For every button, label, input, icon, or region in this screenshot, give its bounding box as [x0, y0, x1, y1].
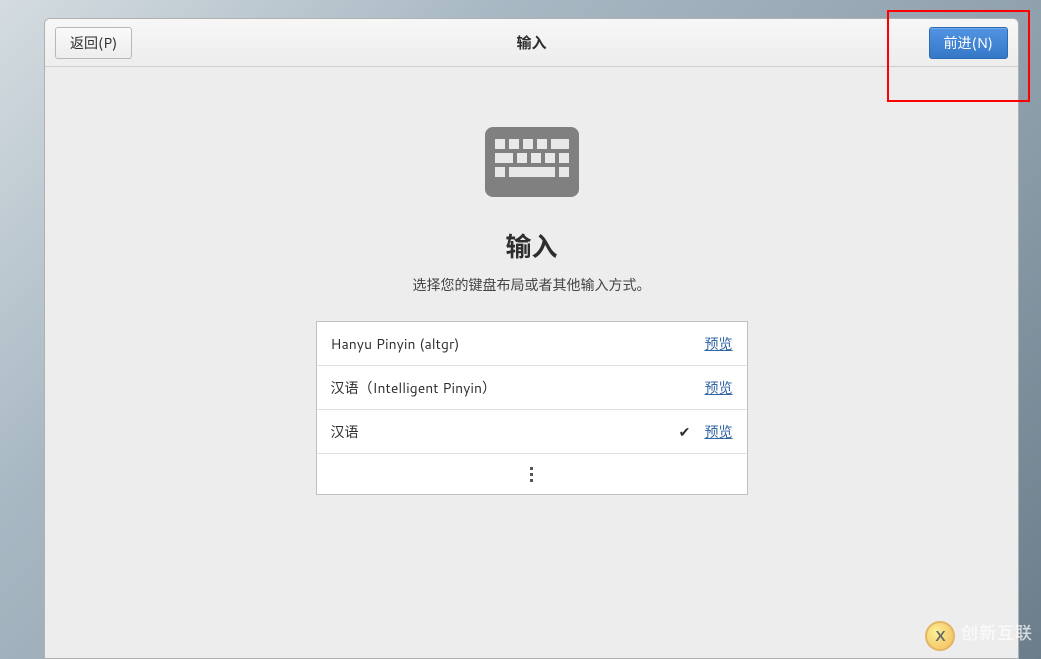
- preview-link[interactable]: 预览: [705, 422, 733, 442]
- list-item-label: Hanyu Pinyin (altgr): [331, 334, 675, 354]
- vertical-dots-icon: [530, 467, 533, 482]
- next-button-label: 前进(N): [944, 33, 994, 53]
- content-area: 输入 选择您的键盘布局或者其他输入方式。 Hanyu Pinyin (altgr…: [45, 67, 1018, 658]
- watermark: X 创新互联 CDCXHL.COM: [925, 619, 1033, 653]
- setup-window: 返回(P) 输入 前进(N): [44, 18, 1019, 659]
- next-button[interactable]: 前进(N): [929, 27, 1009, 59]
- list-item[interactable]: Hanyu Pinyin (altgr) 预览: [317, 322, 747, 366]
- watermark-text: 创新互联: [961, 621, 1033, 645]
- watermark-logo-icon: X: [925, 621, 955, 651]
- list-item[interactable]: 汉语 ✔ 预览: [317, 410, 747, 454]
- list-item-label: 汉语: [331, 422, 675, 442]
- preview-link[interactable]: 预览: [705, 334, 733, 354]
- preview-link[interactable]: 预览: [705, 378, 733, 398]
- selected-check-icon: ✔: [675, 422, 695, 442]
- page-heading: 输入: [505, 227, 557, 265]
- keyboard-icon: [485, 127, 579, 203]
- list-item-label: 汉语（Intelligent Pinyin）: [331, 378, 675, 398]
- input-method-list: Hanyu Pinyin (altgr) 预览 汉语（Intelligent P…: [316, 321, 748, 495]
- window-title: 输入: [45, 32, 1018, 53]
- back-button-label: 返回(P): [70, 33, 117, 53]
- titlebar: 返回(P) 输入 前进(N): [45, 19, 1018, 67]
- more-options-button[interactable]: [317, 454, 747, 494]
- back-button[interactable]: 返回(P): [55, 27, 132, 59]
- list-item[interactable]: 汉语（Intelligent Pinyin） 预览: [317, 366, 747, 410]
- page-subheading: 选择您的键盘布局或者其他输入方式。: [413, 275, 651, 295]
